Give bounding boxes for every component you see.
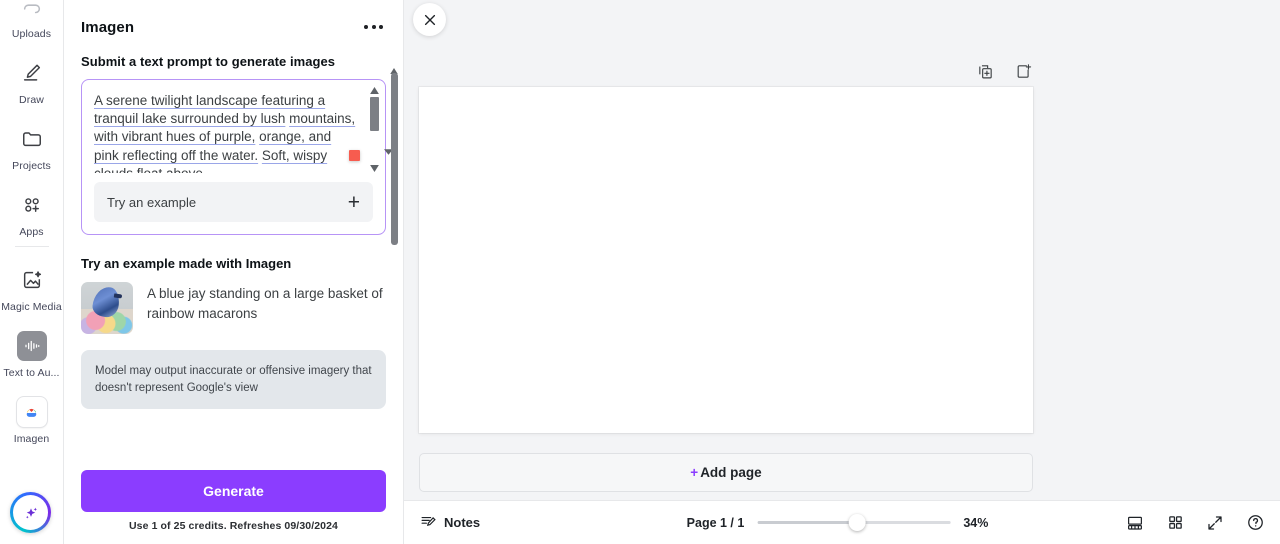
draw-icon [15,56,49,90]
sidebar-item-imagen[interactable]: Imagen [0,393,63,445]
app-root: Uploads Draw Projects Apps Magic Media T… [0,0,1280,544]
presenter-view-button[interactable] [1122,510,1148,536]
panel-scroll-track[interactable] [390,64,399,254]
prompt-line: tranquil lake surrounded by lush [94,111,286,127]
sidebar-item-label: Magic Media [1,301,62,313]
sidebar-item-label: Text to Au... [3,367,60,379]
google-cloud-icon [15,395,49,429]
uploads-icon [15,0,49,24]
prompt-scrollbar[interactable] [368,85,381,173]
sidebar-item-uploads[interactable]: Uploads [0,0,63,40]
close-button[interactable] [413,3,446,36]
example-list-item[interactable]: A blue jay standing on a large basket of… [81,282,386,334]
scroll-up-arrow[interactable] [368,85,381,95]
dot [371,25,376,29]
sidebar-item-projects[interactable]: Projects [0,120,63,172]
plus-icon: + [347,190,360,214]
presenter-view-icon [1128,516,1142,530]
dot [364,25,368,29]
add-page-button-top[interactable] [1010,58,1036,84]
examples-section-label: Try an example made with Imagen [81,256,292,271]
grid-view-button[interactable] [1162,510,1188,536]
duplicate-page-button[interactable] [972,58,998,84]
folder-icon [15,122,49,156]
sidebar-item-magic-media[interactable]: Magic Media [0,261,63,313]
example-item-label: A blue jay standing on a large basket of… [147,286,383,321]
scroll-track[interactable] [370,95,379,163]
try-an-example-label: Try an example [107,194,197,210]
page-canvas[interactable] [419,87,1033,433]
fullscreen-icon [1208,515,1222,530]
credits-text: Use 1 of 25 credits. Refreshes 09/30/202… [129,520,338,532]
scroll-down-arrow[interactable] [368,163,381,173]
page-indicator: Page 1 / 1 [686,515,745,530]
left-sidebar: Uploads Draw Projects Apps Magic Media T… [0,0,64,544]
magic-media-icon [15,263,49,297]
notes-icon [421,516,436,527]
add-page-label: Add page [700,465,762,480]
notes-button[interactable]: Notes [420,514,480,531]
sidebar-item-label: Imagen [13,433,50,445]
apps-grid-plus-icon [15,188,49,222]
try-an-example-button[interactable]: Try an example + [94,182,373,222]
panel-body: Submit a text prompt to generate images … [64,54,403,409]
blue-jay-shape [91,285,121,319]
sidebar-item-label: Projects [12,160,51,172]
gradient-ring [10,492,51,533]
add-page-icon [1017,63,1031,78]
zoom-level: 34% [963,515,989,530]
prompt-input[interactable]: A serene twilight landscape featuring a … [82,80,385,173]
scroll-thumb[interactable] [370,97,379,131]
more-options-button[interactable] [360,17,387,37]
imagen-panel: Imagen Submit a text prompt to generate … [64,0,404,544]
selection-marker[interactable] [349,150,360,161]
magic-studio-sparkle-button[interactable] [10,492,51,533]
sidebar-item-text-to-audio[interactable]: Text to Au... [0,327,63,379]
panel-scroll-thumb[interactable] [391,73,398,245]
slider-knob[interactable] [848,514,866,531]
close-icon [424,14,435,25]
prompt-line: A serene twilight landscape featuring a [94,93,326,108]
bottom-toolbar: Notes Page 1 / 1 34% [404,500,1280,544]
plus-icon: + [690,465,699,480]
zoom-controls: Page 1 / 1 34% [686,514,998,531]
sidebar-item-label: Draw [19,94,44,106]
page-tools [972,58,1036,84]
sidebar-item-apps[interactable]: Apps [0,186,63,238]
sidebar-item-draw[interactable]: Draw [0,54,63,106]
example-thumbnail [81,282,133,334]
zoom-slider[interactable] [757,514,951,531]
sparkle-icon [13,495,48,530]
view-tools [1122,510,1268,536]
add-page-button[interactable]: + Add page [419,453,1033,492]
fullscreen-button[interactable] [1202,510,1228,536]
generate-button[interactable]: Generate [81,470,386,512]
slider-fill [757,521,856,524]
dot [379,25,383,29]
sidebar-item-label: Uploads [11,28,52,40]
help-button[interactable] [1242,510,1268,536]
prompt-section-label: Submit a text prompt to generate images [81,54,336,69]
grid-view-icon [1168,516,1182,529]
prompt-input-container[interactable]: A serene twilight landscape featuring a … [81,79,386,235]
generate-section: Generate Use 1 of 25 credits. Refreshes … [81,470,386,532]
notes-label: Notes [444,515,481,530]
panel-scrollbar[interactable] [390,64,399,254]
duplicate-page-icon [978,64,992,78]
model-disclaimer: Model may output inaccurate or offensive… [81,350,386,409]
canvas-area: + Add page Notes Page 1 / 1 34% [404,0,1280,544]
sidebar-item-label: Apps [19,226,44,238]
panel-title: Imagen [81,18,135,36]
audio-waveform-icon [15,329,49,363]
panel-header: Imagen [64,0,403,54]
sidebar-divider [14,246,49,247]
help-icon [1247,515,1263,530]
